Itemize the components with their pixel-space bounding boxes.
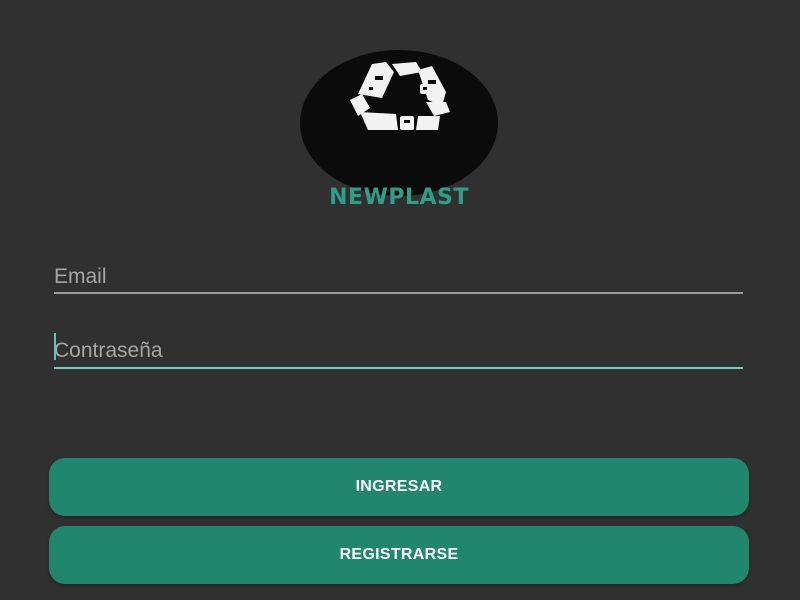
logo-wordmark: NEWPLAST: [329, 185, 469, 210]
login-button[interactable]: INGRESAR: [49, 458, 749, 516]
text-cursor: [54, 333, 56, 360]
password-field[interactable]: [54, 335, 743, 369]
recycle-bottles-icon: [350, 62, 450, 130]
app-logo: NEWPLAST: [300, 50, 498, 209]
register-button[interactable]: REGISTRARSE: [49, 526, 749, 584]
email-field[interactable]: [54, 262, 743, 294]
